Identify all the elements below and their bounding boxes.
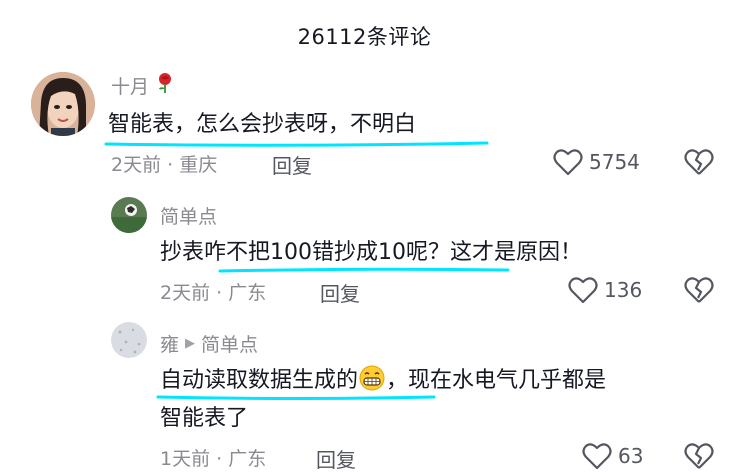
rose-icon [155,72,175,99]
comments-header: 26112条评论 [0,0,729,72]
comment-username[interactable]: 十月 [111,72,175,99]
comment-count-title: 26112条评论 [297,25,432,49]
like-count: 136 [604,278,643,302]
like-button[interactable]: 136 [568,276,642,304]
reply-button[interactable]: 回复 [320,278,360,307]
avatar[interactable] [111,322,147,358]
highlight-underline [156,393,436,400]
dislike-button[interactable] [684,276,714,308]
heart-icon [553,149,583,176]
comment-username[interactable]: 简单点 [160,202,217,229]
reply-arrow-icon: ▶ [185,336,196,351]
highlight-underline [218,266,510,273]
comment-text: 抄表咋不把100错抄成10呢？这才是原因！ [160,240,582,265]
comment-meta: 1天前 · 广东 [160,448,267,470]
highlight-underline [104,140,489,147]
like-button[interactable]: 63 [582,442,643,470]
comment-meta: 2天前 · 重庆 [111,154,218,176]
reply-button[interactable]: 回复 [272,150,312,179]
comment-text: 智能表，怎么会抄表呀，不明白 [108,112,417,137]
comment-username[interactable]: 雍 ▶ 简单点 [160,330,258,357]
reply-button[interactable]: 回复 [316,444,356,473]
avatar[interactable] [111,197,147,233]
like-count: 63 [618,444,644,468]
heart-icon [568,277,598,304]
like-button[interactable]: 5754 [553,148,640,176]
dislike-button[interactable] [684,442,714,474]
broken-heart-icon [684,443,714,469]
dislike-button[interactable] [684,148,714,180]
like-count: 5754 [589,150,640,174]
broken-heart-icon [684,149,714,175]
broken-heart-icon [684,277,714,303]
comment-meta: 2天前 · 广东 [160,282,267,304]
heart-icon [582,443,612,470]
avatar[interactable] [31,72,95,136]
